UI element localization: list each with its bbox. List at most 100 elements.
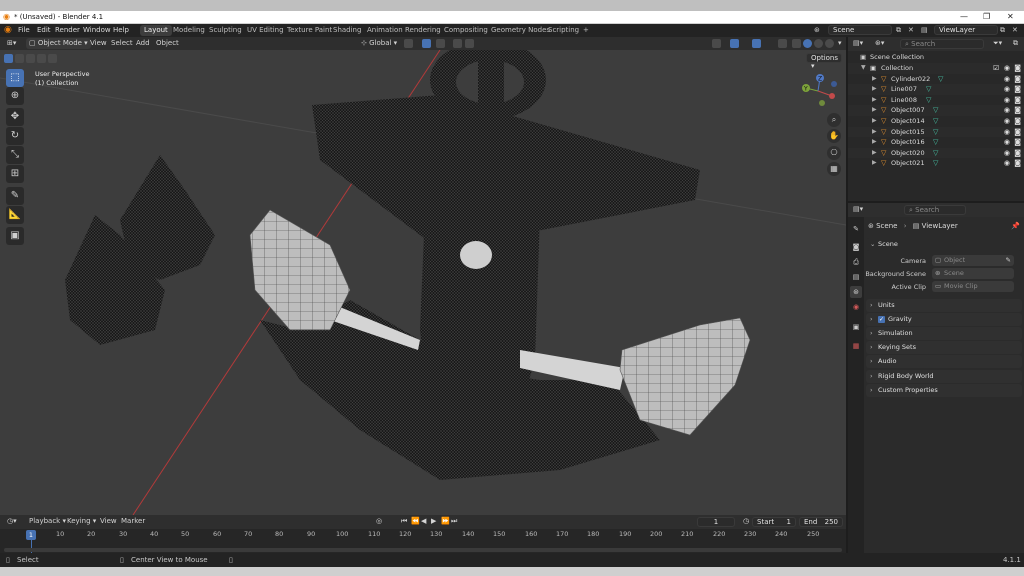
panel-simulation[interactable]: › Simulation bbox=[866, 327, 1022, 340]
select-box-tool[interactable]: ⬚ bbox=[6, 69, 24, 87]
menu-select[interactable]: Select bbox=[108, 38, 136, 49]
add-workspace-button[interactable]: + bbox=[579, 25, 593, 36]
render-camera-icon[interactable]: ◙ bbox=[1014, 74, 1021, 85]
properties-editor-icon[interactable]: ▤▾ bbox=[850, 204, 866, 215]
display-mode-icon[interactable]: ⊛▾ bbox=[872, 38, 887, 49]
render-camera-icon[interactable]: ◙ bbox=[1014, 127, 1021, 138]
transform-orientation[interactable]: ⊹ Global ▾ bbox=[358, 38, 400, 49]
timeline-editor-icon[interactable]: ◷▾ bbox=[4, 516, 20, 527]
render-camera-icon[interactable]: ◙ bbox=[1014, 95, 1021, 106]
visibility-eye-icon[interactable]: ◉ bbox=[1004, 116, 1010, 127]
move-tool[interactable]: ✥ bbox=[6, 108, 24, 126]
visibility-eye-icon[interactable]: ◉ bbox=[1004, 158, 1010, 169]
properties-search-input[interactable]: ⌕ Search bbox=[904, 205, 966, 215]
pin-icon[interactable]: 📌 bbox=[1011, 222, 1020, 230]
current-frame-field[interactable]: 1 bbox=[697, 517, 735, 527]
expand-icon[interactable]: ▶ bbox=[872, 137, 877, 148]
gravity-checkbox[interactable]: ✓ bbox=[878, 315, 885, 323]
shading-options-icon[interactable]: ▾ bbox=[835, 38, 845, 49]
select-extend-icon[interactable] bbox=[15, 54, 24, 63]
snap-icon[interactable] bbox=[422, 39, 431, 48]
panel-keying-sets[interactable]: › Keying Sets bbox=[866, 341, 1022, 354]
select-intersect-icon[interactable] bbox=[48, 54, 57, 63]
add-cube-tool[interactable]: ▣ bbox=[6, 227, 24, 245]
expand-icon[interactable]: ▼ bbox=[861, 63, 866, 74]
expand-icon[interactable]: ▶ bbox=[872, 158, 877, 169]
tab-scripting[interactable]: Scripting bbox=[544, 25, 583, 36]
visibility-icon[interactable] bbox=[712, 39, 721, 48]
texture-tab-icon[interactable]: ▦ bbox=[850, 340, 862, 352]
navigation-gizmo[interactable]: Y Z bbox=[796, 72, 842, 110]
new-collection-icon[interactable]: ⧉ bbox=[1010, 38, 1021, 49]
render-camera-icon[interactable]: ◙ bbox=[1014, 116, 1021, 127]
camera-field[interactable]: ▢ Object ✎ bbox=[932, 255, 1014, 266]
gizmo-toggle-icon[interactable] bbox=[730, 39, 739, 48]
jump-end-icon[interactable]: ⏭ bbox=[448, 516, 460, 527]
outliner-row-object[interactable]: ▶ ▽ Cylinder022 ▽ ◉ ◙ bbox=[848, 74, 1024, 85]
rotate-tool[interactable]: ↻ bbox=[6, 127, 24, 145]
expand-icon[interactable]: ▶ bbox=[872, 95, 877, 106]
end-frame-field[interactable]: End 250 bbox=[799, 517, 843, 527]
3d-viewport[interactable]: ⬚ ⊕ ✥ ↻ ⤡ ⊞ ✎ 📐 ▣ User Perspective (1) C… bbox=[0, 50, 846, 515]
outliner-row-object[interactable]: ▶ ▽ Object007 ▽ ◉ ◙ bbox=[848, 105, 1024, 116]
select-subtract-icon[interactable] bbox=[26, 54, 35, 63]
outliner-row-collection[interactable]: ▼ ▣ Collection ☑ ◉ ◙ bbox=[848, 63, 1024, 74]
visibility-eye-icon[interactable]: ◉ bbox=[1004, 95, 1010, 106]
new-scene-icon[interactable]: ⧉ bbox=[896, 26, 901, 35]
new-viewlayer-icon[interactable]: ⧉ bbox=[1000, 26, 1005, 35]
select-new-icon[interactable] bbox=[4, 54, 13, 63]
blender-menu-icon[interactable]: ◉ bbox=[4, 25, 12, 35]
expand-icon[interactable]: ▶ bbox=[872, 105, 877, 116]
snap-target-icon[interactable] bbox=[436, 39, 445, 48]
scene-field[interactable]: Scene bbox=[828, 25, 892, 35]
exclude-checkbox-icon[interactable]: ☑ bbox=[993, 63, 999, 74]
menu-help[interactable]: Help bbox=[113, 26, 129, 34]
tool-tab-icon[interactable]: ✎ bbox=[850, 223, 862, 235]
cursor-tool[interactable]: ⊕ bbox=[6, 87, 24, 105]
outliner-row-object[interactable]: ▶ ▽ Object016 ▽ ◉ ◙ bbox=[848, 137, 1024, 148]
menu-window[interactable]: Window bbox=[83, 26, 111, 34]
outliner-row-object[interactable]: ▶ ▽ Line008 ▽ ◉ ◙ bbox=[848, 95, 1024, 106]
render-camera-icon[interactable]: ◙ bbox=[1014, 63, 1021, 74]
minimize-button[interactable]: — bbox=[960, 12, 968, 21]
scene-tab-icon[interactable]: ⊛ bbox=[850, 286, 862, 298]
panel-custom-properties[interactable]: › Custom Properties bbox=[866, 384, 1022, 397]
menu-render[interactable]: Render bbox=[55, 26, 80, 34]
rendered-shading-icon[interactable] bbox=[825, 39, 834, 48]
panel-audio[interactable]: › Audio bbox=[866, 355, 1022, 368]
render-camera-icon[interactable]: ◙ bbox=[1014, 105, 1021, 116]
annotate-tool[interactable]: ✎ bbox=[6, 187, 24, 205]
background-scene-field[interactable]: ⊛ Scene bbox=[932, 268, 1014, 279]
menu-playback[interactable]: Playback ▾ bbox=[26, 516, 69, 527]
menu-marker[interactable]: Marker bbox=[118, 516, 148, 527]
visibility-eye-icon[interactable]: ◉ bbox=[1004, 74, 1010, 85]
visibility-eye-icon[interactable]: ◉ bbox=[1004, 105, 1010, 116]
visibility-eye-icon[interactable]: ◉ bbox=[1004, 127, 1010, 138]
tab-layout[interactable]: Layout bbox=[140, 25, 172, 36]
output-tab-icon[interactable]: ⎙ bbox=[850, 256, 862, 268]
visibility-eye-icon[interactable]: ◉ bbox=[1004, 63, 1010, 74]
active-clip-field[interactable]: ▭ Movie Clip bbox=[932, 281, 1014, 292]
outliner-row-scene-collection[interactable]: ▣ Scene Collection bbox=[848, 52, 1024, 63]
visibility-eye-icon[interactable]: ◉ bbox=[1004, 84, 1010, 95]
expand-icon[interactable]: ▶ bbox=[872, 148, 877, 159]
timeline-scrollbar[interactable] bbox=[4, 548, 842, 552]
proportional-edit-icon[interactable] bbox=[453, 39, 462, 48]
close-window-button[interactable]: ✕ bbox=[1007, 12, 1014, 21]
panel-scene[interactable]: ⌄ Scene bbox=[866, 238, 1022, 251]
expand-icon[interactable]: ▶ bbox=[872, 84, 877, 95]
measure-tool[interactable]: 📐 bbox=[6, 206, 24, 224]
render-camera-icon[interactable]: ◙ bbox=[1014, 84, 1021, 95]
panel-units[interactable]: › Units bbox=[866, 299, 1022, 312]
scene-selector-icon[interactable]: ⊛ bbox=[814, 26, 820, 34]
auto-keying-icon[interactable]: ◎ bbox=[373, 516, 385, 527]
collection-tab-icon[interactable]: ▣ bbox=[850, 321, 862, 333]
menu-file[interactable]: File bbox=[18, 26, 30, 34]
filter-icon[interactable]: ⏷▾ bbox=[990, 38, 1005, 49]
menu-keying[interactable]: Keying ▾ bbox=[64, 516, 99, 527]
visibility-eye-icon[interactable]: ◉ bbox=[1004, 148, 1010, 159]
viewlayer-field[interactable]: ViewLayer bbox=[934, 25, 998, 35]
wireframe-shading-icon[interactable] bbox=[792, 39, 801, 48]
pan-icon[interactable]: ✋ bbox=[827, 129, 841, 143]
tab-sculpting[interactable]: Sculpting bbox=[205, 25, 246, 36]
